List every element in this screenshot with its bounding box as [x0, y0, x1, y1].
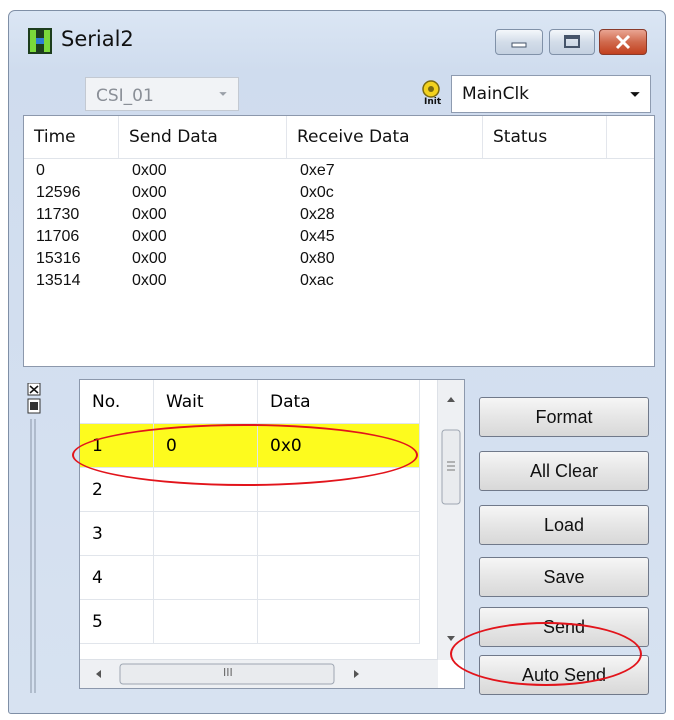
grid-cell-wait[interactable]: 0: [154, 424, 258, 468]
scroll-left-icon[interactable]: [96, 670, 101, 678]
grid-cell-data[interactable]: [258, 468, 420, 512]
save-button[interactable]: Save: [479, 557, 649, 597]
send-button[interactable]: Send: [479, 607, 649, 647]
close-button[interactable]: [599, 29, 647, 55]
minimize-button[interactable]: [495, 29, 543, 55]
hscroll-grip: III: [223, 666, 233, 679]
grid-cell-wait[interactable]: [154, 556, 258, 600]
grid-cell-wait[interactable]: [154, 600, 258, 644]
title-bar[interactable]: Serial2: [9, 11, 665, 69]
clock-value: MainClk: [462, 84, 530, 104]
grid-cell-data[interactable]: 0x0: [258, 424, 420, 468]
horizontal-scrollbar[interactable]: III: [80, 659, 438, 688]
chevron-down-icon: [219, 92, 227, 96]
scroll-right-icon[interactable]: [354, 670, 359, 678]
dock-icon[interactable]: [27, 398, 41, 414]
hardware-chip-icon: [28, 28, 52, 54]
log-col-status[interactable]: Status: [483, 116, 607, 158]
grid-cell-no[interactable]: 4: [80, 556, 154, 600]
format-button[interactable]: Format: [479, 397, 649, 437]
chevron-down-icon: [630, 92, 640, 97]
scroll-down-icon[interactable]: [447, 636, 455, 641]
grid-header: No. Wait Data: [80, 380, 438, 424]
load-button[interactable]: Load: [479, 505, 649, 545]
scroll-thumb[interactable]: [441, 429, 461, 505]
grid-cell-no[interactable]: 3: [80, 512, 154, 556]
channel-value: CSI_01: [96, 86, 154, 106]
log-col-receive[interactable]: Receive Data: [287, 116, 483, 158]
window-title: Serial2: [61, 27, 134, 51]
unpin-icon[interactable]: [27, 382, 41, 396]
grid-col-wait[interactable]: Wait: [154, 380, 258, 424]
minimize-icon: [511, 42, 527, 48]
init-label: Init: [424, 97, 442, 107]
serial-window: Serial2 CSI_01 Init MainClk Time Send Da…: [8, 10, 666, 714]
grid-row[interactable]: 1 0 0x0: [80, 424, 438, 468]
grid-cell-no[interactable]: 5: [80, 600, 154, 644]
grid-cell-data[interactable]: [258, 600, 420, 644]
grid-row[interactable]: 4: [80, 556, 438, 600]
grid-cell-wait[interactable]: [154, 512, 258, 556]
close-icon: [615, 34, 631, 50]
panel-splitter[interactable]: [25, 382, 43, 693]
grid-cell-wait[interactable]: [154, 468, 258, 512]
log-col-send[interactable]: Send Data: [119, 116, 287, 158]
grid-cell-data[interactable]: [258, 556, 420, 600]
channel-dropdown[interactable]: CSI_01: [85, 77, 239, 111]
grid-cell-no[interactable]: 2: [80, 468, 154, 512]
scroll-up-icon[interactable]: [447, 397, 455, 402]
grid-cell-data[interactable]: [258, 512, 420, 556]
maximize-icon: [564, 35, 580, 48]
grid-col-no[interactable]: No.: [80, 380, 154, 424]
grid-row[interactable]: 3: [80, 512, 438, 556]
log-header: Time Send Data Receive Data Status: [24, 116, 654, 159]
vertical-scrollbar[interactable]: [437, 380, 464, 660]
maximize-button[interactable]: [549, 29, 595, 55]
key-init-icon[interactable]: Init: [417, 77, 447, 111]
toolbar: CSI_01 Init MainClk: [23, 71, 653, 115]
all-clear-button[interactable]: All Clear: [479, 451, 649, 491]
send-panel: No. Wait Data 1 0 0x0 2 3 4 5 III Format…: [23, 371, 655, 707]
grid-row[interactable]: 2: [80, 468, 438, 512]
log-col-time[interactable]: Time: [24, 116, 119, 158]
clock-dropdown[interactable]: MainClk: [451, 75, 651, 113]
auto-send-button[interactable]: Auto Send: [479, 655, 649, 695]
send-data-grid[interactable]: No. Wait Data 1 0 0x0 2 3 4 5 III: [79, 379, 465, 689]
grid-cell-no[interactable]: 1: [80, 424, 154, 468]
grid-col-data[interactable]: Data: [258, 380, 420, 424]
grid-row[interactable]: 5: [80, 600, 438, 644]
log-table[interactable]: Time Send Data Receive Data Status 0 0x00…: [23, 115, 655, 367]
